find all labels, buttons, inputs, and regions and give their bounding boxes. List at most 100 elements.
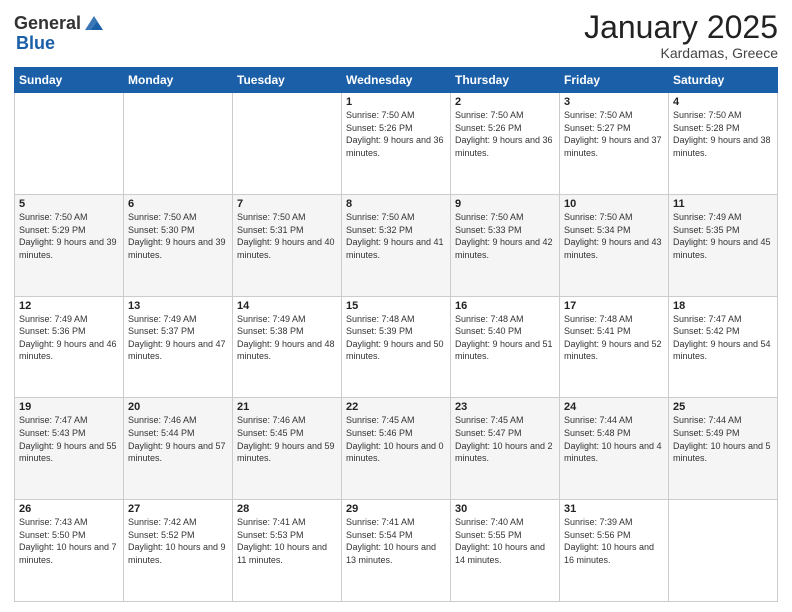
day-info: Sunrise: 7:50 AM Sunset: 5:33 PM Dayligh… xyxy=(455,211,555,261)
day-number: 28 xyxy=(237,503,337,515)
day-info: Sunrise: 7:49 AM Sunset: 5:38 PM Dayligh… xyxy=(237,313,337,363)
day-number: 12 xyxy=(19,300,119,312)
table-row: 18Sunrise: 7:47 AM Sunset: 5:42 PM Dayli… xyxy=(669,296,778,398)
logo: General Blue xyxy=(14,14,105,54)
table-row: 12Sunrise: 7:49 AM Sunset: 5:36 PM Dayli… xyxy=(15,296,124,398)
day-number: 30 xyxy=(455,503,555,515)
table-row: 11Sunrise: 7:49 AM Sunset: 5:35 PM Dayli… xyxy=(669,194,778,296)
day-info: Sunrise: 7:50 AM Sunset: 5:26 PM Dayligh… xyxy=(346,109,446,159)
day-number: 4 xyxy=(673,96,773,108)
day-info: Sunrise: 7:50 AM Sunset: 5:28 PM Dayligh… xyxy=(673,109,773,159)
day-info: Sunrise: 7:40 AM Sunset: 5:55 PM Dayligh… xyxy=(455,516,555,566)
table-row: 1Sunrise: 7:50 AM Sunset: 5:26 PM Daylig… xyxy=(342,93,451,195)
day-number: 9 xyxy=(455,198,555,210)
day-number: 10 xyxy=(564,198,664,210)
table-row: 16Sunrise: 7:48 AM Sunset: 5:40 PM Dayli… xyxy=(451,296,560,398)
table-row: 3Sunrise: 7:50 AM Sunset: 5:27 PM Daylig… xyxy=(560,93,669,195)
day-number: 20 xyxy=(128,401,228,413)
day-info: Sunrise: 7:49 AM Sunset: 5:36 PM Dayligh… xyxy=(19,313,119,363)
day-info: Sunrise: 7:46 AM Sunset: 5:44 PM Dayligh… xyxy=(128,414,228,464)
day-number: 23 xyxy=(455,401,555,413)
calendar-table: Sunday Monday Tuesday Wednesday Thursday… xyxy=(14,67,778,602)
table-row xyxy=(669,500,778,602)
table-row: 5Sunrise: 7:50 AM Sunset: 5:29 PM Daylig… xyxy=(15,194,124,296)
table-row: 2Sunrise: 7:50 AM Sunset: 5:26 PM Daylig… xyxy=(451,93,560,195)
table-row: 29Sunrise: 7:41 AM Sunset: 5:54 PM Dayli… xyxy=(342,500,451,602)
table-row: 24Sunrise: 7:44 AM Sunset: 5:48 PM Dayli… xyxy=(560,398,669,500)
day-number: 25 xyxy=(673,401,773,413)
day-info: Sunrise: 7:47 AM Sunset: 5:42 PM Dayligh… xyxy=(673,313,773,363)
table-row: 9Sunrise: 7:50 AM Sunset: 5:33 PM Daylig… xyxy=(451,194,560,296)
day-info: Sunrise: 7:42 AM Sunset: 5:52 PM Dayligh… xyxy=(128,516,228,566)
table-row: 15Sunrise: 7:48 AM Sunset: 5:39 PM Dayli… xyxy=(342,296,451,398)
day-number: 21 xyxy=(237,401,337,413)
table-row xyxy=(15,93,124,195)
table-row: 23Sunrise: 7:45 AM Sunset: 5:47 PM Dayli… xyxy=(451,398,560,500)
col-sunday: Sunday xyxy=(15,68,124,93)
header: General Blue January 2025 Kardamas, Gree… xyxy=(14,10,778,61)
calendar-week-row: 19Sunrise: 7:47 AM Sunset: 5:43 PM Dayli… xyxy=(15,398,778,500)
calendar-week-row: 5Sunrise: 7:50 AM Sunset: 5:29 PM Daylig… xyxy=(15,194,778,296)
calendar-week-row: 26Sunrise: 7:43 AM Sunset: 5:50 PM Dayli… xyxy=(15,500,778,602)
day-number: 31 xyxy=(564,503,664,515)
day-number: 8 xyxy=(346,198,446,210)
day-number: 16 xyxy=(455,300,555,312)
calendar-week-row: 1Sunrise: 7:50 AM Sunset: 5:26 PM Daylig… xyxy=(15,93,778,195)
day-number: 14 xyxy=(237,300,337,312)
day-number: 13 xyxy=(128,300,228,312)
table-row xyxy=(124,93,233,195)
day-info: Sunrise: 7:50 AM Sunset: 5:27 PM Dayligh… xyxy=(564,109,664,159)
day-info: Sunrise: 7:45 AM Sunset: 5:47 PM Dayligh… xyxy=(455,414,555,464)
day-number: 7 xyxy=(237,198,337,210)
logo-general-text: General xyxy=(14,14,81,34)
col-saturday: Saturday xyxy=(669,68,778,93)
day-number: 6 xyxy=(128,198,228,210)
day-number: 27 xyxy=(128,503,228,515)
table-row: 27Sunrise: 7:42 AM Sunset: 5:52 PM Dayli… xyxy=(124,500,233,602)
day-number: 29 xyxy=(346,503,446,515)
page: General Blue January 2025 Kardamas, Gree… xyxy=(0,0,792,612)
day-info: Sunrise: 7:43 AM Sunset: 5:50 PM Dayligh… xyxy=(19,516,119,566)
day-info: Sunrise: 7:48 AM Sunset: 5:39 PM Dayligh… xyxy=(346,313,446,363)
day-number: 22 xyxy=(346,401,446,413)
day-number: 24 xyxy=(564,401,664,413)
day-info: Sunrise: 7:41 AM Sunset: 5:53 PM Dayligh… xyxy=(237,516,337,566)
table-row: 17Sunrise: 7:48 AM Sunset: 5:41 PM Dayli… xyxy=(560,296,669,398)
day-info: Sunrise: 7:50 AM Sunset: 5:34 PM Dayligh… xyxy=(564,211,664,261)
table-row: 25Sunrise: 7:44 AM Sunset: 5:49 PM Dayli… xyxy=(669,398,778,500)
table-row: 14Sunrise: 7:49 AM Sunset: 5:38 PM Dayli… xyxy=(233,296,342,398)
day-info: Sunrise: 7:45 AM Sunset: 5:46 PM Dayligh… xyxy=(346,414,446,464)
day-info: Sunrise: 7:41 AM Sunset: 5:54 PM Dayligh… xyxy=(346,516,446,566)
table-row: 8Sunrise: 7:50 AM Sunset: 5:32 PM Daylig… xyxy=(342,194,451,296)
calendar-subtitle: Kardamas, Greece xyxy=(584,45,778,61)
day-info: Sunrise: 7:48 AM Sunset: 5:41 PM Dayligh… xyxy=(564,313,664,363)
table-row: 26Sunrise: 7:43 AM Sunset: 5:50 PM Dayli… xyxy=(15,500,124,602)
day-number: 15 xyxy=(346,300,446,312)
day-info: Sunrise: 7:50 AM Sunset: 5:26 PM Dayligh… xyxy=(455,109,555,159)
calendar-title: January 2025 xyxy=(584,10,778,45)
table-row: 7Sunrise: 7:50 AM Sunset: 5:31 PM Daylig… xyxy=(233,194,342,296)
table-row: 10Sunrise: 7:50 AM Sunset: 5:34 PM Dayli… xyxy=(560,194,669,296)
table-row: 22Sunrise: 7:45 AM Sunset: 5:46 PM Dayli… xyxy=(342,398,451,500)
table-row: 4Sunrise: 7:50 AM Sunset: 5:28 PM Daylig… xyxy=(669,93,778,195)
day-number: 5 xyxy=(19,198,119,210)
day-info: Sunrise: 7:44 AM Sunset: 5:49 PM Dayligh… xyxy=(673,414,773,464)
col-wednesday: Wednesday xyxy=(342,68,451,93)
table-row: 21Sunrise: 7:46 AM Sunset: 5:45 PM Dayli… xyxy=(233,398,342,500)
day-number: 17 xyxy=(564,300,664,312)
day-number: 26 xyxy=(19,503,119,515)
col-friday: Friday xyxy=(560,68,669,93)
col-thursday: Thursday xyxy=(451,68,560,93)
table-row: 20Sunrise: 7:46 AM Sunset: 5:44 PM Dayli… xyxy=(124,398,233,500)
table-row: 30Sunrise: 7:40 AM Sunset: 5:55 PM Dayli… xyxy=(451,500,560,602)
day-info: Sunrise: 7:50 AM Sunset: 5:31 PM Dayligh… xyxy=(237,211,337,261)
table-row: 31Sunrise: 7:39 AM Sunset: 5:56 PM Dayli… xyxy=(560,500,669,602)
table-row: 28Sunrise: 7:41 AM Sunset: 5:53 PM Dayli… xyxy=(233,500,342,602)
day-info: Sunrise: 7:46 AM Sunset: 5:45 PM Dayligh… xyxy=(237,414,337,464)
logo-blue-text: Blue xyxy=(16,33,55,53)
day-number: 11 xyxy=(673,198,773,210)
table-row: 13Sunrise: 7:49 AM Sunset: 5:37 PM Dayli… xyxy=(124,296,233,398)
logo-icon xyxy=(83,12,105,34)
col-monday: Monday xyxy=(124,68,233,93)
table-row: 19Sunrise: 7:47 AM Sunset: 5:43 PM Dayli… xyxy=(15,398,124,500)
